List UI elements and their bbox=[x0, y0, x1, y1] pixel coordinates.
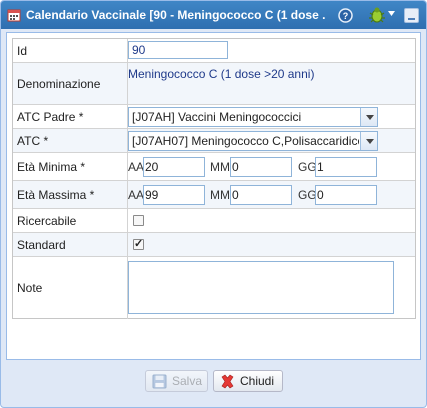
eta-massima-gg-label: GG bbox=[298, 188, 317, 202]
standard-checkbox[interactable] bbox=[133, 237, 144, 250]
eta-minima-mm-label: MM bbox=[210, 160, 230, 174]
eta-minima-aa-label: AA bbox=[128, 160, 145, 174]
atc-label: ATC * bbox=[13, 129, 128, 152]
atc-padre-value: [J07AH] Vaccini Meningococcici bbox=[132, 110, 302, 124]
ricercabile-checkbox[interactable] bbox=[133, 215, 144, 226]
row-id: Id 90 bbox=[13, 39, 415, 63]
row-note: Note bbox=[13, 257, 415, 319]
floppy-disk-icon bbox=[152, 374, 167, 389]
note-label: Note bbox=[13, 257, 128, 319]
row-standard: Standard bbox=[13, 233, 415, 257]
eta-minima-mm-field[interactable]: 0 bbox=[230, 157, 292, 177]
close-button[interactable]: Chiudi bbox=[213, 370, 283, 392]
note-textarea[interactable] bbox=[128, 261, 394, 314]
chevron-down-icon[interactable] bbox=[388, 11, 395, 17]
eta-minima-aa-field[interactable]: 20 bbox=[143, 157, 205, 177]
id-label: Id bbox=[13, 39, 128, 62]
atc-padre-combo[interactable]: [J07AH] Vaccini Meningococcici bbox=[128, 107, 378, 127]
form-grid: Id 90 Denominazione Meningococco C (1 do… bbox=[12, 38, 416, 319]
eta-massima-aa-field[interactable]: 99 bbox=[143, 185, 205, 205]
eta-massima-label: Età Massima * bbox=[13, 181, 128, 208]
row-ricercabile: Ricercabile bbox=[13, 209, 415, 233]
title-bar[interactable]: Calendario Vaccinale [90 - Meningococco … bbox=[1, 1, 426, 29]
row-atc-padre: ATC Padre * [J07AH] Vaccini Meningococci… bbox=[13, 105, 415, 129]
close-button-label: Chiudi bbox=[240, 374, 275, 388]
ricercabile-label: Ricercabile bbox=[13, 209, 128, 232]
atc-combo[interactable]: [J07AH07] Meningococco C,Polisaccaridico bbox=[128, 131, 378, 151]
bug-icon[interactable] bbox=[367, 6, 387, 24]
close-icon bbox=[221, 374, 234, 389]
standard-label: Standard bbox=[13, 233, 128, 256]
save-button-label: Salva bbox=[172, 374, 203, 388]
eta-massima-aa-label: AA bbox=[128, 188, 145, 202]
help-icon[interactable]: ? bbox=[338, 8, 353, 23]
eta-massima-mm-field[interactable]: 0 bbox=[230, 185, 292, 205]
window-title: Calendario Vaccinale [90 - Meningococco … bbox=[26, 8, 326, 22]
eta-massima-mm-label: MM bbox=[210, 188, 230, 202]
row-denominazione: Denominazione Meningococco C (1 dose >20… bbox=[13, 63, 415, 105]
eta-minima-gg-label: GG bbox=[298, 160, 317, 174]
denominazione-value[interactable]: Meningococco C (1 dose >20 anni) bbox=[128, 67, 314, 81]
atc-dropdown-button[interactable] bbox=[360, 132, 377, 150]
dialog-window: Calendario Vaccinale [90 - Meningococco … bbox=[0, 0, 427, 408]
eta-massima-gg-field[interactable]: 0 bbox=[315, 185, 377, 205]
minimize-button[interactable] bbox=[404, 8, 419, 23]
calendar-icon bbox=[7, 9, 21, 22]
atc-padre-dropdown-button[interactable] bbox=[360, 108, 377, 126]
denominazione-label: Denominazione bbox=[13, 63, 128, 104]
row-eta-minima: Età Minima * AA 20 MM 0 GG 1 bbox=[13, 153, 415, 181]
form-panel: Id 90 Denominazione Meningococco C (1 do… bbox=[6, 32, 421, 360]
row-atc: ATC * [J07AH07] Meningococco C,Polisacca… bbox=[13, 129, 415, 153]
save-button[interactable]: Salva bbox=[145, 370, 208, 392]
row-eta-massima: Età Massima * AA 99 MM 0 GG 0 bbox=[13, 181, 415, 209]
atc-value: [J07AH07] Meningococco C,Polisaccaridico bbox=[132, 134, 359, 148]
id-field[interactable]: 90 bbox=[128, 41, 228, 59]
svg-text:?: ? bbox=[343, 11, 349, 21]
eta-minima-gg-field[interactable]: 1 bbox=[315, 157, 377, 177]
atc-padre-label: ATC Padre * bbox=[13, 105, 128, 128]
eta-minima-label: Età Minima * bbox=[13, 153, 128, 180]
